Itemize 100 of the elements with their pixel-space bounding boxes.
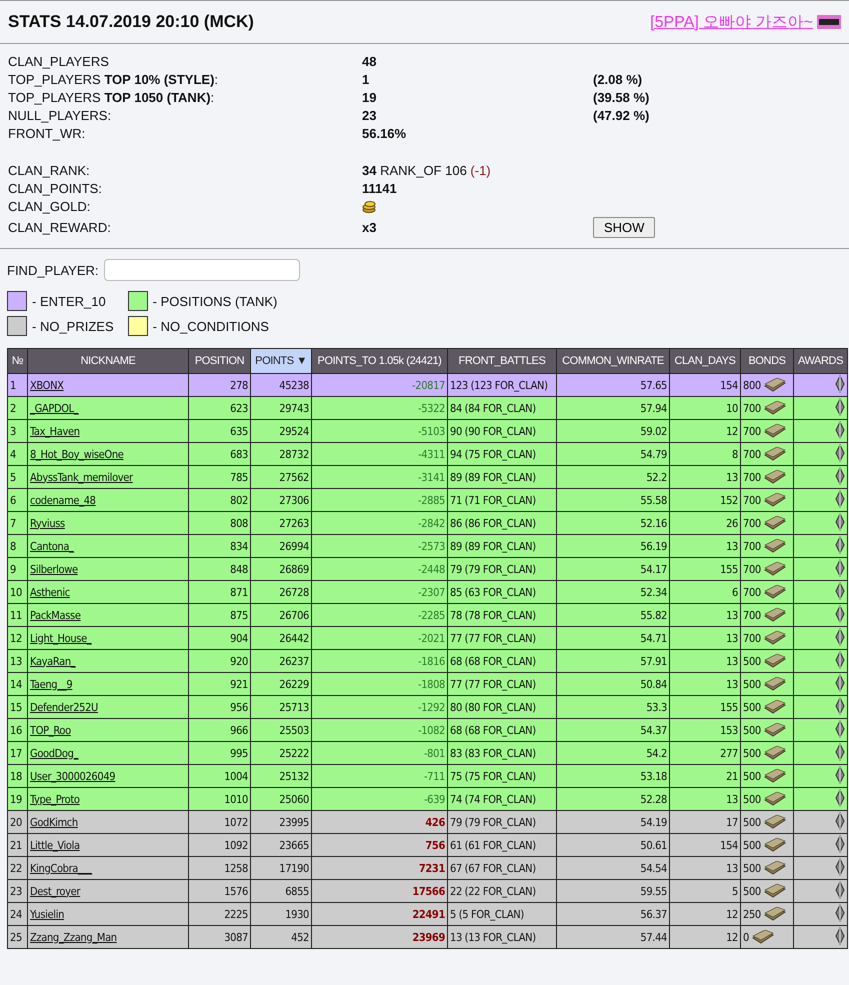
diamond-icon: [835, 398, 845, 416]
diamond-icon: [835, 558, 845, 576]
search-label: FIND_PLAYER:: [7, 262, 99, 278]
bonds-value: 800: [743, 378, 761, 392]
bonds-value: 700: [743, 608, 761, 622]
diamond-icon: [835, 696, 845, 714]
show-button[interactable]: SHOW: [593, 217, 656, 238]
stat-label: CLAN_PLAYERS: [8, 54, 110, 69]
column-header[interactable]: NICKNAME: [28, 348, 188, 374]
player-link[interactable]: Silberlowe: [30, 562, 78, 576]
player-link[interactable]: Yusielin: [30, 908, 64, 920]
diamond-icon: [835, 420, 845, 438]
diamond-icon: [835, 628, 845, 646]
banknotes-icon: [764, 884, 786, 898]
diamond-icon: [835, 926, 845, 944]
player-link[interactable]: PackMasse: [30, 608, 81, 622]
banknotes-icon: [764, 631, 786, 645]
column-header[interactable]: BONDS: [740, 348, 794, 374]
stat-label: CLAN_GOLD:: [8, 199, 92, 214]
player-link[interactable]: Tax_Haven: [30, 424, 80, 438]
legend-label: - NO_CONDITIONS: [152, 318, 269, 334]
diamond-icon: [835, 742, 845, 760]
bonds-value: 700: [743, 494, 761, 506]
player-link[interactable]: Cantona_: [30, 540, 74, 552]
bonds-value: 250: [743, 908, 761, 920]
banknotes-icon: [764, 815, 786, 829]
column-header[interactable]: POINTS ▼: [250, 348, 312, 374]
banknotes-icon: [764, 700, 786, 714]
player-link[interactable]: Asthenic: [30, 586, 70, 598]
player-link[interactable]: Little_Viola: [30, 838, 80, 852]
diamond-icon: [835, 650, 845, 668]
rank-of-text: RANK_OF 106: [380, 163, 467, 178]
legend-label: - NO_PRIZES: [32, 318, 114, 334]
diamond-icon: [835, 788, 845, 806]
diamond-icon: [835, 374, 845, 392]
search-field[interactable]: [104, 259, 300, 281]
table-cell: 25: [8, 926, 28, 948]
diamond-icon: [835, 904, 845, 922]
stat-label: TOP_PLAYERS TOP 1050 (TANK):: [8, 90, 216, 105]
bonds-value: 500: [743, 792, 761, 806]
stat-value: 19: [362, 90, 378, 105]
diamond-icon: [835, 720, 845, 738]
column-header[interactable]: FRONT_BATTLES: [448, 348, 556, 374]
diamond-icon: [835, 512, 845, 530]
stat-value: 11141: [362, 181, 398, 196]
bonds-value: 700: [743, 540, 761, 552]
table-cell: 452: [250, 926, 312, 948]
diamond-icon: [835, 490, 845, 508]
player-link[interactable]: _GAPDOL_: [30, 402, 78, 414]
legend-label: - POSITIONS (TANK): [152, 294, 278, 308]
banknotes-icon: [752, 930, 774, 944]
clan-emblem-icon: [817, 15, 841, 29]
bonds-value: 500: [743, 884, 761, 898]
player-link[interactable]: XBONX: [30, 378, 64, 392]
stat-label: NULL_PLAYERS:: [8, 108, 112, 123]
player-link[interactable]: Dest_royer: [30, 884, 80, 898]
bonds-value: 700: [743, 448, 761, 460]
bonds-value: 500: [743, 724, 761, 736]
diamond-icon: [835, 812, 845, 830]
stat-label: CLAN_REWARD:: [8, 220, 112, 235]
banknotes-icon: [764, 608, 786, 622]
bonds-value: 500: [743, 862, 761, 874]
bonds-value: 500: [743, 746, 761, 760]
clan-rank: 34: [362, 163, 376, 178]
column-header[interactable]: AWARDS: [794, 348, 848, 374]
stat-share: (2.08 %): [593, 72, 644, 87]
diamond-icon: [835, 858, 845, 876]
column-header[interactable]: №: [8, 348, 28, 374]
player-link[interactable]: Taeng__9: [30, 678, 72, 690]
diamond-icon: [835, 444, 845, 462]
table-cell: 12: [670, 926, 740, 948]
bonds-value: 700: [743, 632, 761, 644]
diamond-icon: [835, 536, 845, 554]
player-link[interactable]: GodKimch: [30, 816, 78, 828]
diamond-icon: [835, 604, 845, 622]
stat-share: (47.92 %): [593, 108, 650, 123]
stat-value: 23: [362, 108, 378, 123]
page-title: STATS 14.07.2019 20:10 (MCK): [8, 12, 254, 32]
stat-value: 56.16%: [362, 126, 408, 141]
player-link[interactable]: GoodDog_: [30, 746, 78, 760]
banknotes-icon: [764, 792, 786, 806]
player-link[interactable]: TOP_Roo: [30, 724, 71, 736]
banknotes-icon: [764, 424, 786, 438]
diamond-icon: [835, 834, 845, 852]
banknotes-icon: [764, 516, 786, 530]
bonds-value: 700: [743, 562, 761, 576]
banknotes-icon: [764, 401, 786, 415]
stat-label: TOP_PLAYERS TOP 10% (STYLE):: [8, 72, 220, 87]
column-header[interactable]: CLAN_DAYS: [670, 348, 740, 374]
player-link[interactable]: Type_Proto: [30, 792, 80, 806]
stat-label: FRONT_WR:: [8, 126, 86, 141]
column-header[interactable]: POINTS_TO 1.05k (24421): [312, 348, 448, 374]
bonds-value: 500: [743, 654, 761, 668]
column-header[interactable]: COMMON_WINRATE: [556, 348, 670, 374]
diamond-icon: [835, 766, 845, 784]
banknotes-icon: [764, 677, 786, 691]
player-link[interactable]: Ryviuss: [30, 516, 65, 530]
banknotes-icon: [764, 585, 786, 599]
column-header[interactable]: POSITION: [188, 348, 250, 374]
player-link[interactable]: KayaRan_: [30, 654, 76, 668]
